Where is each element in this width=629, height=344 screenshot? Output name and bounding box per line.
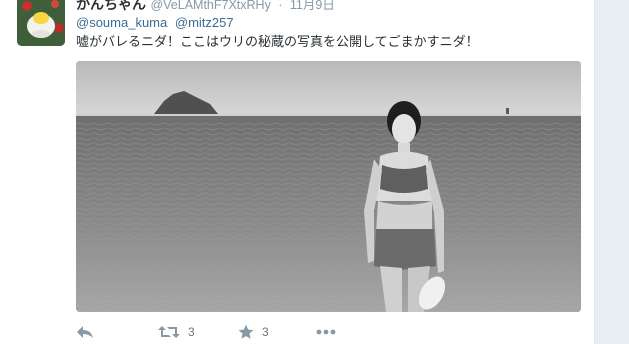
more-button[interactable] [316,321,336,343]
tweet-photo[interactable] [76,61,581,312]
reply-icon [76,324,94,340]
star-icon [238,324,254,340]
timestamp[interactable]: 11月9日 [290,0,335,12]
mention-link[interactable]: @mitz257 [175,15,234,30]
retweet-icon [158,324,180,340]
reply-button[interactable] [76,321,94,343]
author-name[interactable]: かんちゃん [76,0,146,12]
avatar[interactable] [17,0,65,46]
retweet-button[interactable]: 3 [158,321,195,343]
author-handle[interactable]: @VeLAMthF7XtxRHy [150,0,270,12]
favorite-count: 3 [262,325,269,339]
mention-link[interactable]: @souma_kuma [76,15,167,30]
tweet-header: かんちゃん @VeLAMthF7XtxRHy · 11月9日 [76,0,335,13]
tweet-text: 嘘がバレるニダ！ここはウリの秘蔵の写真を公開してごまかすニダ！ [76,34,479,49]
favorite-button[interactable]: 3 [238,321,269,343]
tweet-card: かんちゃん @VeLAMthF7XtxRHy · 11月9日 @souma_ku… [0,0,595,344]
tweet-actions: 3 3 [76,321,376,343]
retweet-count: 3 [188,325,195,339]
separator: · [278,0,283,12]
more-dots-icon [316,328,336,336]
reply-to-line: @souma_kuma @mitz257 [76,15,238,31]
